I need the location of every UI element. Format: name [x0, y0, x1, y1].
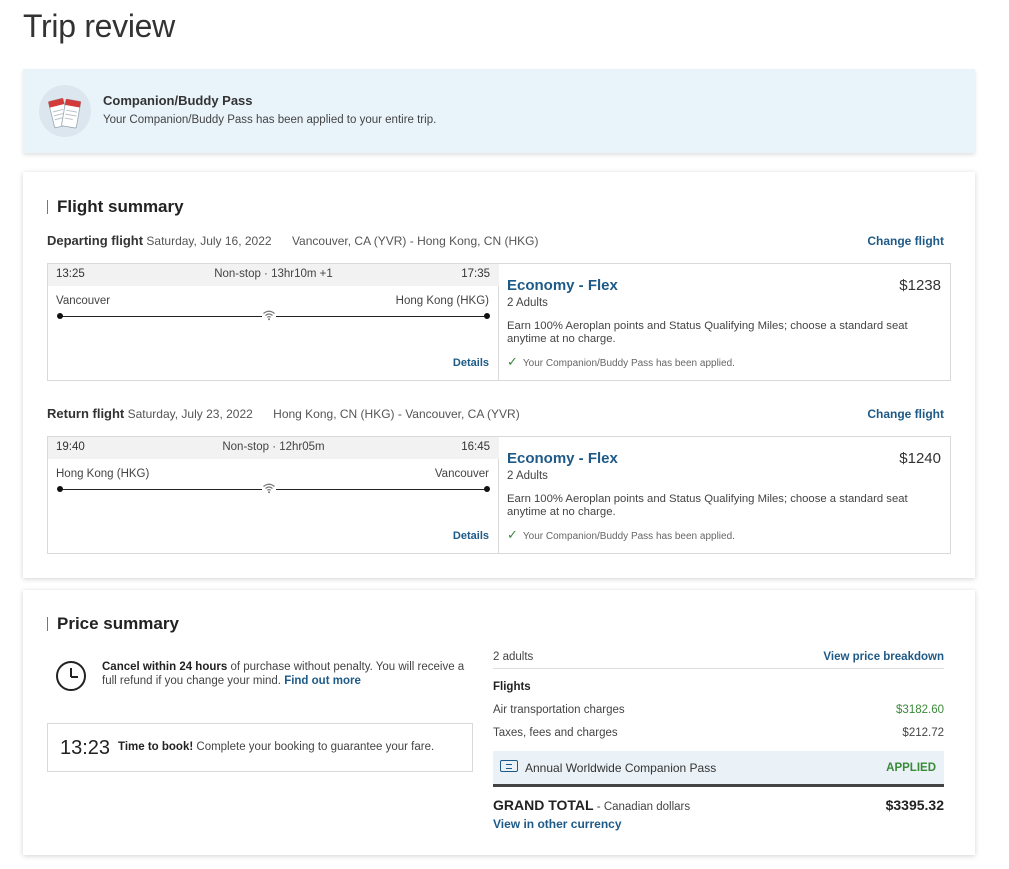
cancel-policy-text: Cancel within 24 hours of purchase witho…	[102, 660, 474, 688]
fare-passengers: 2 Adults	[507, 297, 548, 309]
leg-route: Vancouver, CA (YVR) - Hong Kong, CN (HKG…	[291, 234, 539, 248]
pass-applied-text: Your Companion/Buddy Pass has been appli…	[522, 531, 735, 542]
leg-date: Saturday, July 16, 2022	[146, 234, 272, 248]
fare-name: Economy - Flex	[507, 450, 618, 467]
wifi-icon	[262, 481, 276, 494]
banner-text: Your Companion/Buddy Pass has been appli…	[103, 114, 437, 126]
fare-name: Economy - Flex	[507, 277, 618, 294]
air-charges-row: Air transportation charges $3182.60	[493, 704, 944, 716]
flight-itinerary: 19:40 Non-stop · 12hr05m 16:45 Hong Kong…	[48, 437, 499, 553]
tickets-icon	[39, 85, 91, 137]
destination-dot	[484, 486, 490, 492]
companion-pass-status: APPLIED	[886, 762, 936, 774]
check-icon: ✓	[507, 354, 518, 369]
grand-total-label: GRAND TOTAL	[493, 797, 594, 813]
grand-total-row: GRAND TOTAL - Canadian dollars $3395.32	[493, 797, 944, 815]
destination-city: Vancouver	[434, 468, 489, 480]
clock-icon	[56, 661, 86, 691]
timer-message-body: Complete your booking to guarantee your …	[193, 741, 435, 753]
origin-city: Vancouver	[56, 295, 111, 307]
leg-route: Hong Kong, CN (HKG) - Vancouver, CA (YVR…	[273, 407, 520, 421]
pass-applied-note: ✓ Your Companion/Buddy Pass has been appl…	[507, 354, 735, 370]
companion-pass-label: Annual Worldwide Companion Pass	[525, 761, 717, 775]
destination-dot	[484, 313, 490, 319]
arrival-time: 17:35	[461, 268, 490, 280]
flight-summary-title: Flight summary	[47, 198, 184, 215]
taxes-value: $212.72	[902, 727, 944, 739]
view-price-breakdown-link[interactable]: View price breakdown	[823, 651, 944, 663]
timer-message: Time to book! Complete your booking to g…	[118, 741, 434, 753]
flight-duration: Non-stop · 12hr05m	[222, 441, 325, 453]
fare-price: $1240	[899, 450, 941, 467]
flight-times-bar: 13:25 Non-stop · 13hr10m +1 17:35	[48, 264, 499, 286]
fare-description: Earn 100% Aeroplan points and Status Qua…	[507, 493, 908, 518]
details-link[interactable]: Details	[453, 357, 489, 369]
check-icon: ✓	[507, 527, 518, 542]
banner-title: Companion/Buddy Pass	[103, 93, 253, 108]
flights-heading: Flights	[493, 681, 531, 693]
adults-row: 2 adults View price breakdown	[493, 651, 944, 669]
air-charges-label: Air transportation charges	[493, 704, 625, 716]
departing-flight-box: 13:25 Non-stop · 13hr10m +1 17:35 Vancou…	[47, 263, 951, 381]
return-flight-header: Return flight Saturday, July 23, 2022 Ho…	[47, 406, 520, 421]
destination-city: Hong Kong (HKG)	[395, 295, 489, 307]
change-flight-link-departing[interactable]: Change flight	[867, 234, 944, 248]
price-summary-title: Price summary	[47, 615, 179, 632]
origin-dot	[57, 486, 63, 492]
air-charges-value: $3182.60	[896, 704, 944, 716]
find-out-more-link[interactable]: Find out more	[284, 675, 361, 687]
price-summary-card: Price summary Cancel within 24 hours of …	[23, 590, 975, 855]
fare-passengers: 2 Adults	[507, 470, 548, 482]
fare-info: Economy - Flex $1238 2 Adults Earn 100% …	[499, 264, 950, 380]
taxes-label: Taxes, fees and charges	[493, 727, 618, 739]
timer-countdown: 13:23	[60, 737, 111, 759]
ticket-icon	[500, 760, 518, 772]
grand-total-currency: - Canadian dollars	[593, 801, 691, 813]
pass-applied-text: Your Companion/Buddy Pass has been appli…	[522, 358, 735, 369]
flight-times-bar: 19:40 Non-stop · 12hr05m 16:45	[48, 437, 499, 459]
fare-price: $1238	[899, 277, 941, 294]
leg-label: Return flight	[47, 406, 125, 421]
fare-info: Economy - Flex $1240 2 Adults Earn 100% …	[499, 437, 950, 553]
details-link[interactable]: Details	[453, 530, 489, 542]
companion-pass-banner: Companion/Buddy Pass Your Companion/Budd…	[23, 69, 975, 153]
taxes-row: Taxes, fees and charges $212.72	[493, 727, 944, 739]
companion-pass-row: Annual Worldwide Companion Pass APPLIED	[493, 751, 944, 787]
origin-city: Hong Kong (HKG)	[56, 468, 150, 480]
return-flight-box: 19:40 Non-stop · 12hr05m 16:45 Hong Kong…	[47, 436, 951, 554]
origin-dot	[57, 313, 63, 319]
view-other-currency-link[interactable]: View in other currency	[493, 817, 622, 831]
cancel-policy-bold: Cancel within 24 hours	[102, 661, 228, 673]
grand-total-amount: $3395.32	[885, 797, 944, 813]
fare-description: Earn 100% Aeroplan points and Status Qua…	[507, 320, 908, 345]
arrival-time: 16:45	[461, 441, 490, 453]
change-flight-link-return[interactable]: Change flight	[867, 407, 944, 421]
page-title: Trip review	[23, 8, 175, 44]
flight-summary-card: Flight summary Departing flight Saturday…	[23, 172, 975, 578]
wifi-icon	[262, 308, 276, 321]
booking-timer: 13:23 Time to book! Complete your bookin…	[47, 723, 473, 772]
flight-itinerary: 13:25 Non-stop · 13hr10m +1 17:35 Vancou…	[48, 264, 499, 380]
departing-flight-header: Departing flight Saturday, July 16, 2022…	[47, 233, 538, 248]
adults-count: 2 adults	[493, 651, 534, 663]
flight-duration: Non-stop · 13hr10m +1	[214, 268, 333, 280]
pass-applied-note: ✓ Your Companion/Buddy Pass has been appl…	[507, 527, 735, 543]
leg-date: Saturday, July 23, 2022	[127, 407, 253, 421]
leg-label: Departing flight	[47, 233, 144, 248]
timer-message-bold: Time to book!	[118, 741, 194, 753]
